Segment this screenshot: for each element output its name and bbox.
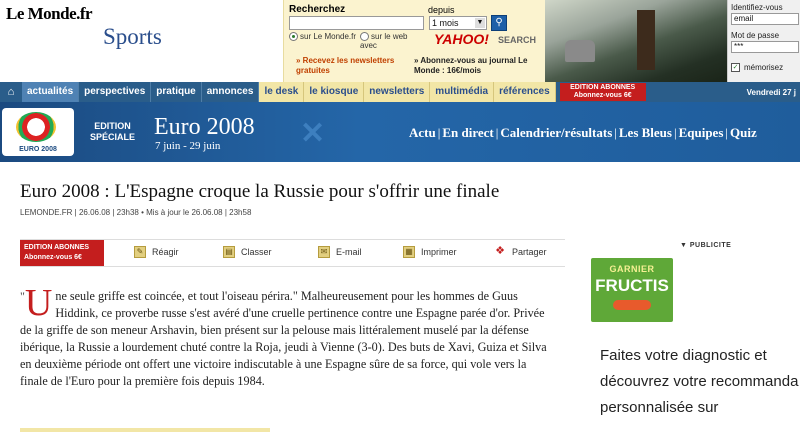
edition-line2: SPÉCIALE — [90, 132, 136, 142]
yahoo-search-label: SEARCH — [498, 35, 537, 45]
print-icon: ▦ — [403, 246, 415, 258]
period-select-value: 1 mois — [432, 18, 459, 28]
fructis-ad-logo[interactable]: GARNIER FRUCTIS — [591, 258, 673, 322]
current-date: Vendredi 27 j — [746, 87, 796, 97]
banner-links: Actu | En direct | Calendrier/résultats | Les … — [409, 125, 757, 141]
separator: | — [614, 125, 617, 140]
article-toolbar: EDITION ABONNES Abonnez-vous 6€ ✎ Réagir … — [20, 239, 565, 267]
header-photo[interactable] — [545, 0, 727, 82]
react-button[interactable]: ✎ Réagir — [134, 246, 179, 258]
email-label: E-mail — [336, 247, 362, 257]
site-header: Le Monde.fr Sports Recherchez depuis 1 m… — [0, 0, 800, 82]
comment-icon: ✎ — [134, 246, 146, 258]
banner-link-actu[interactable]: Actu — [409, 125, 436, 140]
separator: | — [673, 125, 677, 140]
banner-link-en-direct[interactable]: En direct — [442, 125, 493, 140]
euro-banner: EURO 2008 EDITION SPÉCIALE Euro 2008 7 j… — [0, 102, 800, 162]
nav-subscribe-button[interactable]: EDITION ABONNES Abonnez-vous 6€ — [559, 83, 646, 101]
article-meta: LEMONDE.FR | 26.06.08 | 23h38 • Mis à jo… — [20, 208, 252, 217]
banner-link-quiz[interactable]: Quiz — [730, 125, 757, 140]
share-label: Partager — [512, 247, 547, 257]
login-label: Identifiez-vous — [731, 3, 783, 12]
bookmark-icon: ▤ — [223, 246, 235, 258]
nav-item-multimedia[interactable]: multimédia — [430, 82, 495, 102]
nav-item-actualites[interactable]: actualités — [22, 82, 80, 102]
save-button[interactable]: ▤ Classer — [223, 246, 272, 258]
share-button[interactable]: ❖ Partager — [494, 245, 547, 258]
nav-item-le-kiosque[interactable]: le kiosque — [304, 82, 365, 102]
search-input[interactable] — [289, 16, 424, 30]
ad-brand-text: FRUCTIS — [595, 276, 669, 295]
article-paragraph: ne seule griffe est coincée, et tout l'o… — [20, 289, 547, 388]
search-icon: ⚲ — [495, 17, 503, 28]
decorative-cross-icon: ✕ — [300, 117, 326, 150]
article-title: Euro 2008 : L'Espagne croque la Russie p… — [20, 181, 500, 202]
ad-copy[interactable]: Faites votre diagnostic et découvrez vot… — [600, 343, 800, 421]
subscribe-button[interactable]: EDITION ABONNES Abonnez-vous 6€ — [20, 240, 104, 266]
euro-2008-logo[interactable]: EURO 2008 — [2, 108, 74, 156]
home-icon[interactable]: ⌂ — [0, 82, 22, 102]
banner-link-equipes[interactable]: Equipes — [679, 125, 724, 140]
password-field[interactable]: *** — [731, 41, 799, 53]
banner-dates: 7 juin - 29 juin — [155, 140, 221, 152]
nav-subscribe-line2: Abonnez-vous 6€ — [573, 92, 632, 99]
subscribe-line1: EDITION ABONNES — [24, 244, 90, 251]
nav-subscribe-line1: EDITION ABONNES — [570, 84, 636, 91]
print-label: Imprimer — [421, 247, 457, 257]
nav-item-pratique[interactable]: pratique — [151, 82, 202, 102]
edition-line1: EDITION — [94, 121, 131, 131]
section-title[interactable]: Sports — [103, 24, 162, 50]
chevron-down-icon: ▼ — [475, 18, 485, 28]
nav-item-perspectives[interactable]: perspectives — [79, 82, 152, 102]
remember-label: mémorisez — [744, 63, 784, 72]
radio-unselected-icon — [360, 32, 370, 42]
share-icon: ❖ — [495, 245, 505, 257]
period-select[interactable]: 1 mois ▼ — [429, 16, 487, 30]
article-body: " Une seule griffe est coincée, et tout l… — [20, 282, 550, 390]
banner-title[interactable]: Euro 2008 — [154, 114, 255, 141]
print-button[interactable]: ▦ Imprimer — [403, 246, 457, 258]
email-field[interactable]: email — [731, 13, 799, 25]
email-icon: ✉ — [318, 246, 330, 258]
ad-garnier-text: GARNIER — [609, 264, 655, 274]
euro-logo-emblem — [16, 112, 56, 142]
search-label: Recherchez — [289, 4, 346, 15]
ad-decoration — [613, 300, 651, 310]
site-logo[interactable]: Le Monde.fr — [6, 4, 93, 24]
radio-web[interactable]: sur le web avec — [360, 32, 420, 50]
search-button[interactable]: ⚲ — [491, 15, 507, 31]
ad-line3: personnalisée sur — [600, 399, 719, 416]
nav-item-annonces[interactable]: annonces — [202, 82, 260, 102]
nav-item-le-desk[interactable]: le desk — [259, 82, 305, 102]
subscribe-line2: Abonnez-vous 6€ — [24, 254, 82, 261]
ad-line1: Faites votre diagnostic et — [600, 347, 767, 364]
password-label: Mot de passe — [731, 31, 780, 40]
yahoo-logo: YAHOO! — [434, 31, 489, 47]
newsletters-promo-link[interactable]: » Recevez les newsletters gratuites — [296, 56, 408, 76]
period-label: depuis — [428, 5, 455, 15]
remember-checkbox[interactable]: ✓ — [731, 63, 740, 72]
ad-label: ▼ PUBLICITE — [680, 242, 732, 249]
search-scope: sur Le Monde.fr sur le web avec — [289, 32, 420, 50]
save-label: Classer — [241, 247, 272, 257]
bottom-strip — [20, 428, 270, 432]
login-panel: Identifiez-vous email Mot de passe *** ✓… — [727, 0, 800, 82]
special-edition-label: EDITION SPÉCIALE — [90, 121, 135, 143]
dropcap: U — [24, 282, 53, 324]
ad-line2: découvrez votre recommanda — [600, 373, 799, 390]
radio-selected-icon — [289, 32, 298, 42]
subscribe-journal-link[interactable]: » Abonnez-vous au journal Le Monde : 16€… — [414, 56, 542, 76]
main-nav: ⌂ actualités perspectives pratique annon… — [0, 82, 800, 102]
radio-site[interactable]: sur Le Monde.fr — [289, 32, 356, 42]
nav-item-newsletters[interactable]: newsletters — [364, 82, 431, 102]
nav-item-references[interactable]: références — [494, 82, 556, 102]
search-panel: Recherchez depuis 1 mois ▼ ⚲ sur Le Mond… — [283, 0, 545, 82]
email-button[interactable]: ✉ E-mail — [318, 246, 362, 258]
separator: | — [725, 125, 728, 140]
react-label: Réagir — [152, 247, 179, 257]
euro-logo-text: EURO 2008 — [19, 146, 57, 153]
banner-link-calendrier[interactable]: Calendrier/résultats — [500, 125, 612, 140]
banner-link-les-bleus[interactable]: Les Bleus — [619, 125, 672, 140]
